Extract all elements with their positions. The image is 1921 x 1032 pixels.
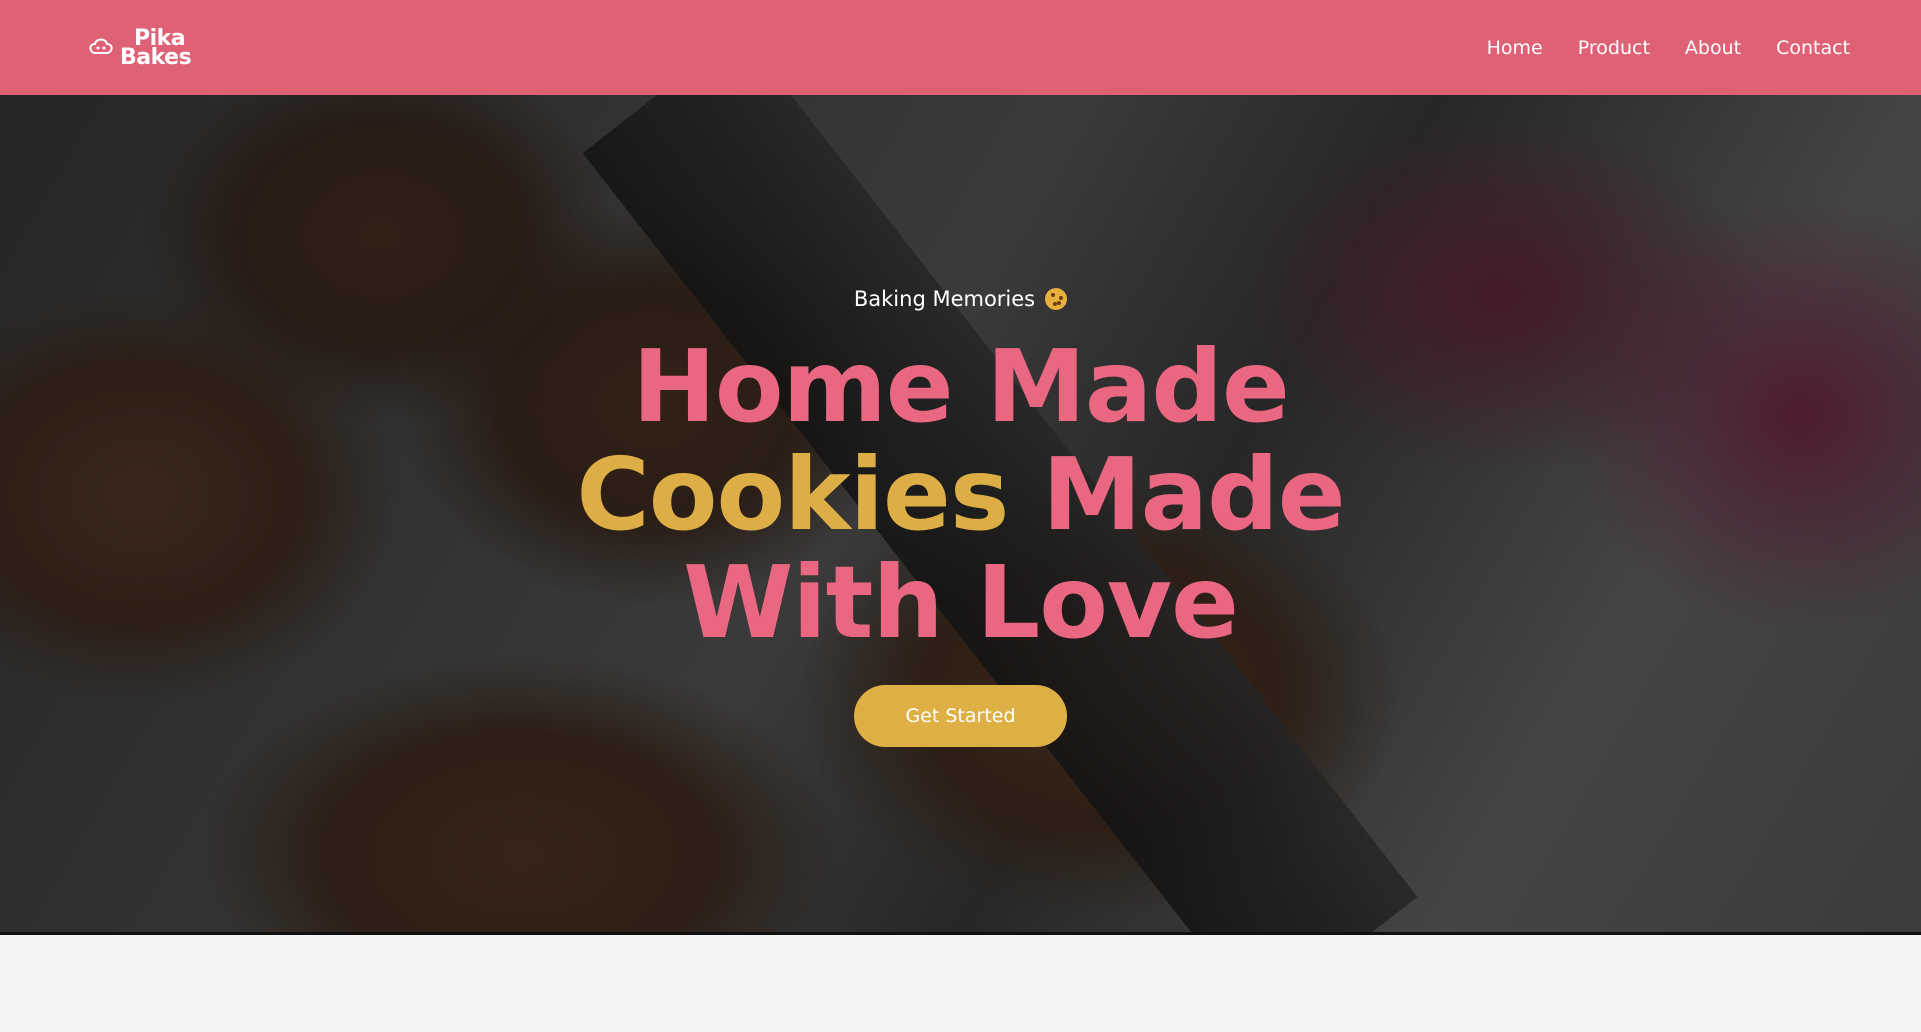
nav-contact[interactable]: Contact <box>1776 37 1850 59</box>
headline-line2-text: Made <box>1042 436 1345 553</box>
headline-line3-text: With Love <box>683 544 1239 661</box>
nav-home[interactable]: Home <box>1487 37 1543 59</box>
cookie-icon <box>1045 288 1068 310</box>
main-nav: Home Product About Contact <box>1487 37 1850 59</box>
hero-tagline-text: Baking Memories <box>853 287 1036 311</box>
hero-section: Baking Memories Home Made Cookies Made W… <box>0 95 1921 932</box>
headline-highlight-word: Cookies <box>576 436 1009 553</box>
chef-hat-icon <box>89 38 113 54</box>
hero-tagline: Baking Memories <box>853 287 1068 311</box>
headline-line-2: Cookies Made <box>576 441 1345 549</box>
hero-headline: Home Made Cookies Made With Love <box>576 333 1345 657</box>
headline-line-1: Home Made <box>576 333 1344 441</box>
nav-product[interactable]: Product <box>1578 37 1650 59</box>
headline-line1-text: Home Made <box>632 328 1290 445</box>
nav-about[interactable]: About <box>1685 37 1741 59</box>
brand-name: Pika Bakes <box>120 27 192 70</box>
hero-content: Baking Memories Home Made Cookies Made W… <box>0 95 1921 932</box>
get-started-button[interactable]: Get Started <box>854 685 1067 747</box>
brand-name-line2: Bakes <box>120 44 192 70</box>
next-section <box>0 935 1921 1032</box>
headline-line-3: With Love <box>576 549 1344 657</box>
brand-logo[interactable]: Pika Bakes <box>86 27 192 70</box>
top-navbar: Pika Bakes Home Product About Contact <box>0 0 1921 95</box>
